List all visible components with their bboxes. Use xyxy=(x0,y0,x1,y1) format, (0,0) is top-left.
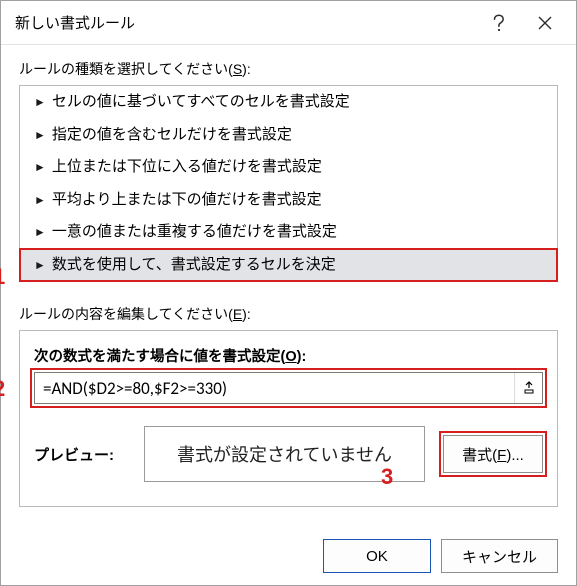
rule-type-label: 数式を使用して、書式設定するセルを決定 xyxy=(52,254,336,277)
preview-label: プレビュー: xyxy=(34,444,126,465)
rule-type-label: 一意の値または重複する値だけを書式設定 xyxy=(52,221,337,244)
preview-row: プレビュー: 書式が設定されていません 書式(F)... xyxy=(34,418,543,500)
rule-type-item-5[interactable]: ► 数式を使用して、書式設定するセルを決定 xyxy=(20,249,557,282)
help-icon xyxy=(491,13,507,33)
help-button[interactable] xyxy=(476,1,522,45)
formula-input-row xyxy=(34,372,543,404)
dialog-content: 1 2 3 ルールの種類を選択してください(S): ► セルの値に基づいてすべて… xyxy=(1,45,576,527)
edit-rule-content-label: ルールの内容を編集してください(E): xyxy=(19,304,558,324)
dialog-title: 新しい書式ルール xyxy=(15,12,476,33)
rule-type-item-0[interactable]: ► セルの値に基づいてすべてのセルを書式設定 xyxy=(20,86,557,119)
formula-input[interactable] xyxy=(35,373,514,403)
close-button[interactable] xyxy=(522,1,568,45)
bullet-icon: ► xyxy=(34,126,46,144)
preview-text: 書式が設定されていません xyxy=(177,441,392,467)
collapse-icon xyxy=(522,381,536,395)
callout-3: 3 xyxy=(381,466,393,488)
new-format-rule-dialog: 新しい書式ルール 1 2 3 ルールの種類を選択してください(S): ► セルの… xyxy=(0,0,577,586)
titlebar: 新しい書式ルール xyxy=(1,1,576,45)
format-button[interactable]: 書式(F)... xyxy=(443,435,543,473)
rule-type-item-3[interactable]: ► 平均より上または下の値だけを書式設定 xyxy=(20,184,557,217)
ok-button[interactable]: OK xyxy=(323,539,431,573)
rule-type-label: 上位または下位に入る値だけを書式設定 xyxy=(52,156,322,179)
bullet-icon: ► xyxy=(34,158,46,176)
formula-condition-label: 次の数式を満たす場合に値を書式設定(O): xyxy=(34,345,543,366)
rule-type-list: ► セルの値に基づいてすべてのセルを書式設定 ► 指定の値を含むセルだけを書式設… xyxy=(19,85,558,282)
close-icon xyxy=(538,16,552,30)
rule-type-item-4[interactable]: ► 一意の値または重複する値だけを書式設定 xyxy=(20,216,557,249)
cancel-button[interactable]: キャンセル xyxy=(441,539,558,573)
bullet-icon: ► xyxy=(34,256,46,274)
rule-type-item-1[interactable]: ► 指定の値を含むセルだけを書式設定 xyxy=(20,119,557,152)
callout-2: 2 xyxy=(0,378,5,400)
rule-type-label: 平均より上または下の値だけを書式設定 xyxy=(52,189,322,212)
rule-type-label: セルの値に基づいてすべてのセルを書式設定 xyxy=(52,91,350,114)
edit-rule-group: 次の数式を満たす場合に値を書式設定(O): プレビュー: 書式が設定されていませ… xyxy=(19,330,558,507)
bullet-icon: ► xyxy=(34,93,46,111)
callout-1: 1 xyxy=(0,266,5,288)
bullet-icon: ► xyxy=(34,223,46,241)
bullet-icon: ► xyxy=(34,191,46,209)
dialog-footer: OK キャンセル xyxy=(1,527,576,585)
rule-type-label: 指定の値を含むセルだけを書式設定 xyxy=(52,124,292,147)
rule-type-item-2[interactable]: ► 上位または下位に入る値だけを書式設定 xyxy=(20,151,557,184)
collapse-dialog-button[interactable] xyxy=(514,373,542,403)
select-rule-type-label: ルールの種類を選択してください(S): xyxy=(19,59,558,79)
